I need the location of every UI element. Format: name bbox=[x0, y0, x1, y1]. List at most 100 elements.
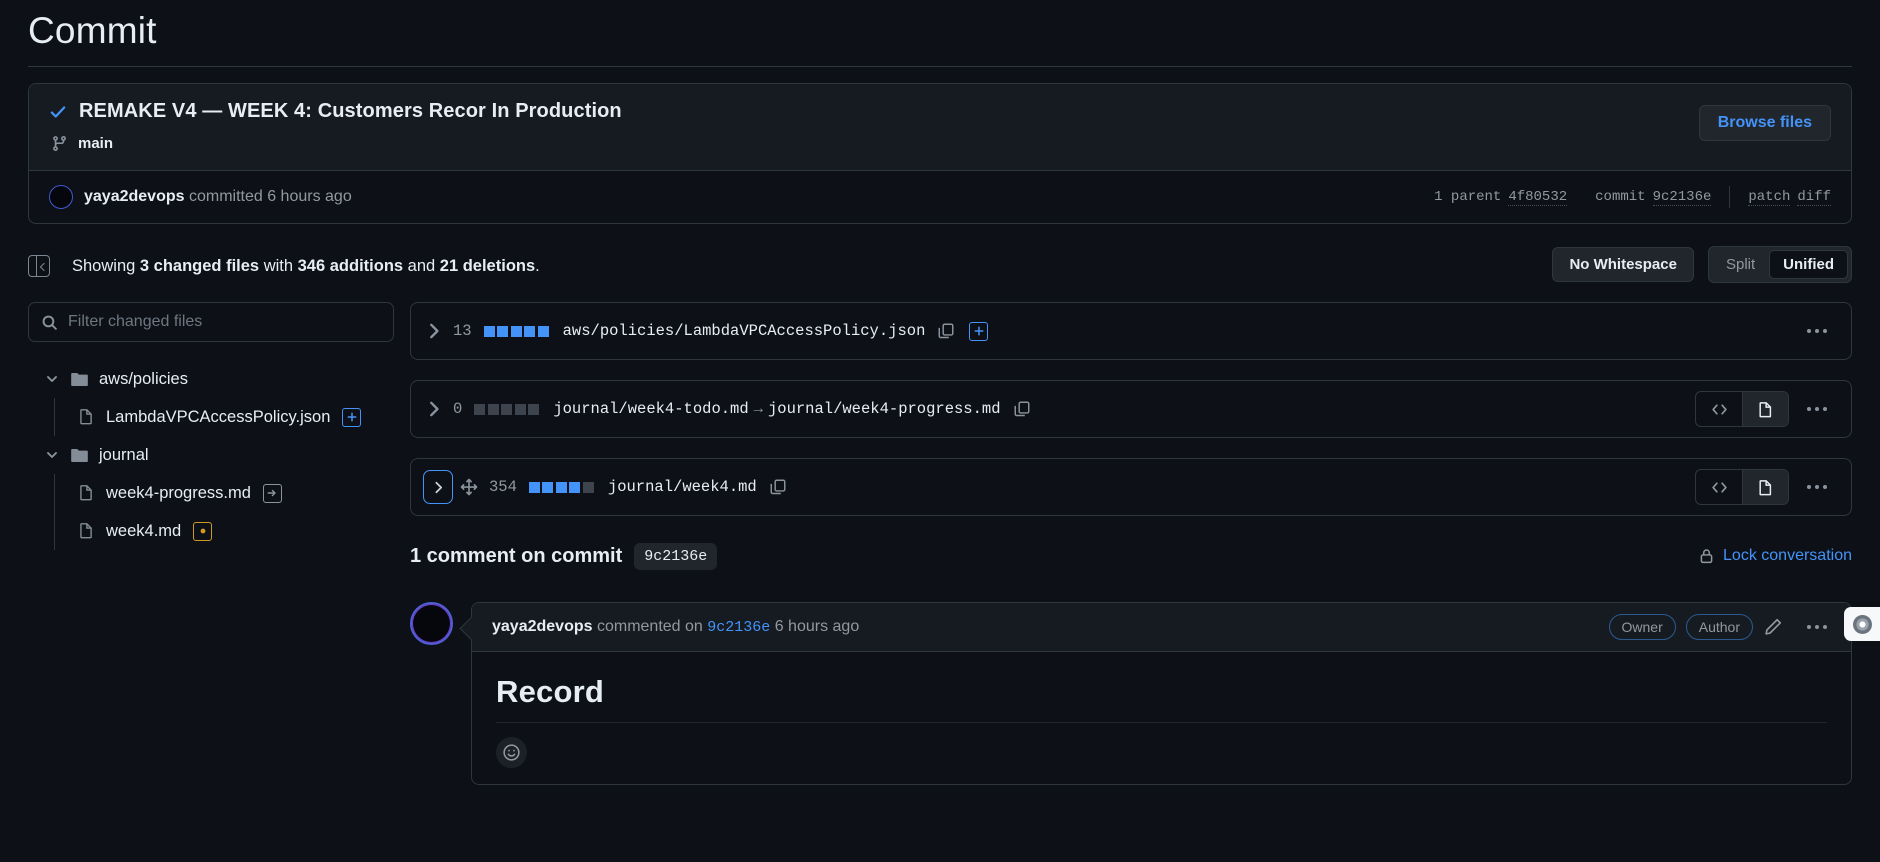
commit-message: REMAKE V4 — WEEK 4: Customers Recor In P… bbox=[79, 100, 622, 122]
folder-icon bbox=[70, 370, 89, 389]
add-reaction-button[interactable] bbox=[496, 737, 527, 768]
lock-icon bbox=[1700, 549, 1713, 564]
filter-changed-files-input[interactable] bbox=[68, 313, 381, 331]
diff-stat-bar bbox=[474, 403, 540, 415]
diff-row-menu-button[interactable] bbox=[1797, 314, 1837, 348]
comments-header: 1 comment on commit 9c2136e Lock convers… bbox=[410, 536, 1852, 576]
comment-heading: Record bbox=[496, 674, 1827, 723]
file-tree-panel: aws/policies LambdaVPCAccessPolicy.json bbox=[28, 302, 410, 785]
chevron-right-icon[interactable] bbox=[423, 398, 445, 420]
diff-change-count: 13 bbox=[453, 322, 472, 340]
sidebar-toggle-icon[interactable] bbox=[28, 254, 50, 278]
copy-path-icon[interactable] bbox=[1013, 400, 1031, 418]
showing-prefix: Showing bbox=[72, 256, 140, 275]
file-icon bbox=[78, 522, 95, 541]
chevron-right-icon[interactable] bbox=[423, 470, 453, 504]
diff-file-row[interactable]: 13 aws/policies/LambdaVPCAccessPolicy.js… bbox=[410, 302, 1852, 360]
comment-author[interactable]: yaya2devops bbox=[492, 618, 593, 635]
commit-sha-group: commit 9c2136e bbox=[1595, 189, 1712, 206]
folder-icon bbox=[70, 446, 89, 465]
tree-folder-aws-policies[interactable]: aws/policies bbox=[28, 360, 394, 398]
no-whitespace-button[interactable]: No Whitespace bbox=[1552, 247, 1694, 282]
tree-file-label: LambdaVPCAccessPolicy.json bbox=[106, 407, 331, 426]
diff-change-count: 0 bbox=[453, 400, 463, 418]
browse-files-button[interactable]: Browse files bbox=[1698, 105, 1831, 141]
chevron-down-icon bbox=[44, 447, 60, 463]
lock-conversation-button[interactable]: Lock conversation bbox=[1698, 547, 1852, 565]
tree-guide-line bbox=[54, 474, 55, 512]
tree-folder-label: journal bbox=[99, 445, 149, 464]
copy-path-icon[interactable] bbox=[937, 322, 955, 340]
unified-view-option[interactable]: Unified bbox=[1769, 250, 1848, 279]
search-icon bbox=[41, 314, 58, 331]
branch-name: main bbox=[78, 135, 114, 152]
file-status-renamed-icon bbox=[262, 483, 282, 503]
view-source-button[interactable] bbox=[1696, 470, 1742, 504]
parent-sha[interactable]: 4f80532 bbox=[1508, 189, 1568, 206]
view-rendered-button[interactable] bbox=[1742, 392, 1788, 426]
filter-changed-files-box[interactable] bbox=[28, 302, 394, 342]
verified-check-icon bbox=[49, 103, 67, 121]
commit-meta: 1 parent 4f80532 commit 9c2136e patch di… bbox=[1434, 186, 1831, 208]
diff-row-menu-button[interactable] bbox=[1797, 470, 1837, 504]
avatar[interactable] bbox=[49, 185, 73, 209]
title-divider bbox=[28, 66, 1852, 67]
tree-file-week4[interactable]: week4.md bbox=[28, 512, 394, 550]
diff-change-count: 354 bbox=[489, 478, 517, 496]
with-text: with bbox=[259, 256, 298, 275]
period-text: . bbox=[535, 256, 540, 275]
author-badge: Author bbox=[1685, 614, 1753, 640]
comment-time: 6 hours ago bbox=[770, 618, 860, 635]
file-icon bbox=[78, 408, 95, 427]
diff-link[interactable]: diff bbox=[1797, 189, 1831, 206]
diff-file-row[interactable]: 0 journal/week4-todo.md → journal/week4-pr… bbox=[410, 380, 1852, 438]
smiley-icon bbox=[503, 744, 520, 761]
diff-file-list: 13 aws/policies/LambdaVPCAccessPolicy.js… bbox=[410, 302, 1852, 785]
commit-message-row: REMAKE V4 — WEEK 4: Customers Recor In P… bbox=[49, 100, 1831, 123]
patch-link[interactable]: patch bbox=[1748, 189, 1791, 206]
edit-comment-icon[interactable] bbox=[1763, 617, 1783, 637]
diff-status-added-icon bbox=[969, 321, 989, 341]
tree-folder-journal[interactable]: journal bbox=[28, 436, 394, 474]
diff-file-row[interactable]: 354 journal/week4.md bbox=[410, 458, 1852, 516]
diff-stat-bar bbox=[483, 325, 549, 337]
commit-sha[interactable]: 9c2136e bbox=[1652, 189, 1712, 206]
changed-files-count: 3 changed files bbox=[139, 256, 260, 275]
commit-author-name[interactable]: yaya2devops bbox=[84, 188, 185, 205]
chevron-down-icon bbox=[44, 371, 60, 387]
comment-card: yaya2devops commented on 9c2136e 6 hours… bbox=[471, 602, 1852, 785]
avatar[interactable] bbox=[410, 602, 453, 645]
parent-label: 1 parent bbox=[1434, 189, 1502, 205]
file-icon bbox=[78, 484, 95, 503]
copy-path-icon[interactable] bbox=[769, 478, 787, 496]
tree-guide-line bbox=[54, 512, 55, 550]
comment-thread: yaya2devops commented on 9c2136e 6 hours… bbox=[410, 602, 1852, 785]
meta-divider bbox=[1729, 186, 1731, 208]
view-rendered-button[interactable] bbox=[1742, 470, 1788, 504]
commit-author-row: yaya2devops committed 6 hours ago 1 pare… bbox=[29, 170, 1851, 223]
view-source-button[interactable] bbox=[1696, 392, 1742, 426]
diff-file-path[interactable]: journal/week4.md bbox=[608, 478, 757, 496]
diff-row-actions bbox=[1695, 391, 1837, 427]
branch-row[interactable]: main bbox=[51, 135, 1831, 152]
commit-label: commit bbox=[1595, 189, 1646, 205]
diff-row-actions bbox=[1793, 314, 1837, 348]
tree-file-week4-progress[interactable]: week4-progress.md bbox=[28, 474, 394, 512]
comment-sha-link[interactable]: 9c2136e bbox=[707, 619, 770, 636]
diff-view-toggle bbox=[1695, 391, 1789, 427]
split-view-option[interactable]: Split bbox=[1712, 250, 1769, 279]
additions-count: 346 additions bbox=[297, 256, 404, 275]
comment-menu-button[interactable] bbox=[1797, 610, 1837, 644]
browser-extension-widget[interactable] bbox=[1844, 607, 1880, 641]
comments-heading: 1 comment on commit bbox=[410, 544, 623, 567]
drag-handle-icon[interactable] bbox=[459, 477, 479, 497]
diff-row-menu-button[interactable] bbox=[1797, 392, 1837, 426]
diff-file-path[interactable]: aws/policies/LambdaVPCAccessPolicy.json bbox=[563, 322, 926, 340]
tree-file-lambdavpcaccesspolicy[interactable]: LambdaVPCAccessPolicy.json bbox=[28, 398, 394, 436]
diff-file-path[interactable]: journal/week4-todo.md → journal/week4-prog… bbox=[553, 400, 1000, 418]
comment-header: yaya2devops commented on 9c2136e 6 hours… bbox=[472, 603, 1851, 652]
chevron-right-icon[interactable] bbox=[423, 320, 445, 342]
comments-sha-badge: 9c2136e bbox=[634, 542, 718, 570]
commit-card: REMAKE V4 — WEEK 4: Customers Recor In P… bbox=[28, 83, 1852, 224]
showing-summary: Showing 3 changed files with 346 additio… bbox=[72, 257, 540, 276]
